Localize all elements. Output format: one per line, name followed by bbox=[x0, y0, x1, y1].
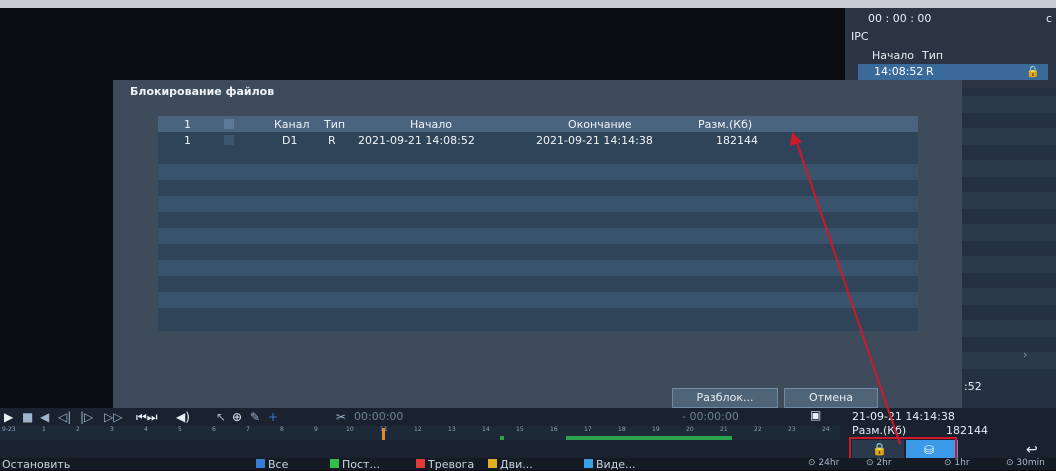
annotation-arrow bbox=[790, 132, 901, 445]
legend-swatch-alarm bbox=[416, 459, 425, 468]
legend-video[interactable]: Виде... bbox=[596, 458, 636, 471]
legend-swatch-continuous bbox=[330, 459, 339, 468]
filter-label: 2hr bbox=[876, 458, 892, 468]
stop-label[interactable]: Остановить bbox=[2, 458, 70, 471]
filter-30min[interactable]: ⊙ 30min bbox=[1006, 458, 1045, 468]
filter-label: 30min bbox=[1016, 458, 1045, 468]
legend-motion[interactable]: Дви... bbox=[500, 458, 533, 471]
legend-alarm[interactable]: Тревога bbox=[428, 458, 474, 471]
filter-2hr[interactable]: ⊙ 2hr bbox=[866, 458, 892, 468]
legend-continuous[interactable]: Пост... bbox=[342, 458, 380, 471]
legend-swatch-all bbox=[256, 459, 265, 468]
legend-swatch-motion bbox=[488, 459, 497, 468]
filter-label: 1hr bbox=[954, 458, 970, 468]
filter-24hr[interactable]: ⊙ 24hr bbox=[808, 458, 839, 468]
filter-label: 24hr bbox=[818, 458, 840, 468]
legend-all[interactable]: Все bbox=[268, 458, 288, 471]
filter-1hr[interactable]: ⊙ 1hr bbox=[944, 458, 970, 468]
legend-swatch-video bbox=[584, 459, 593, 468]
